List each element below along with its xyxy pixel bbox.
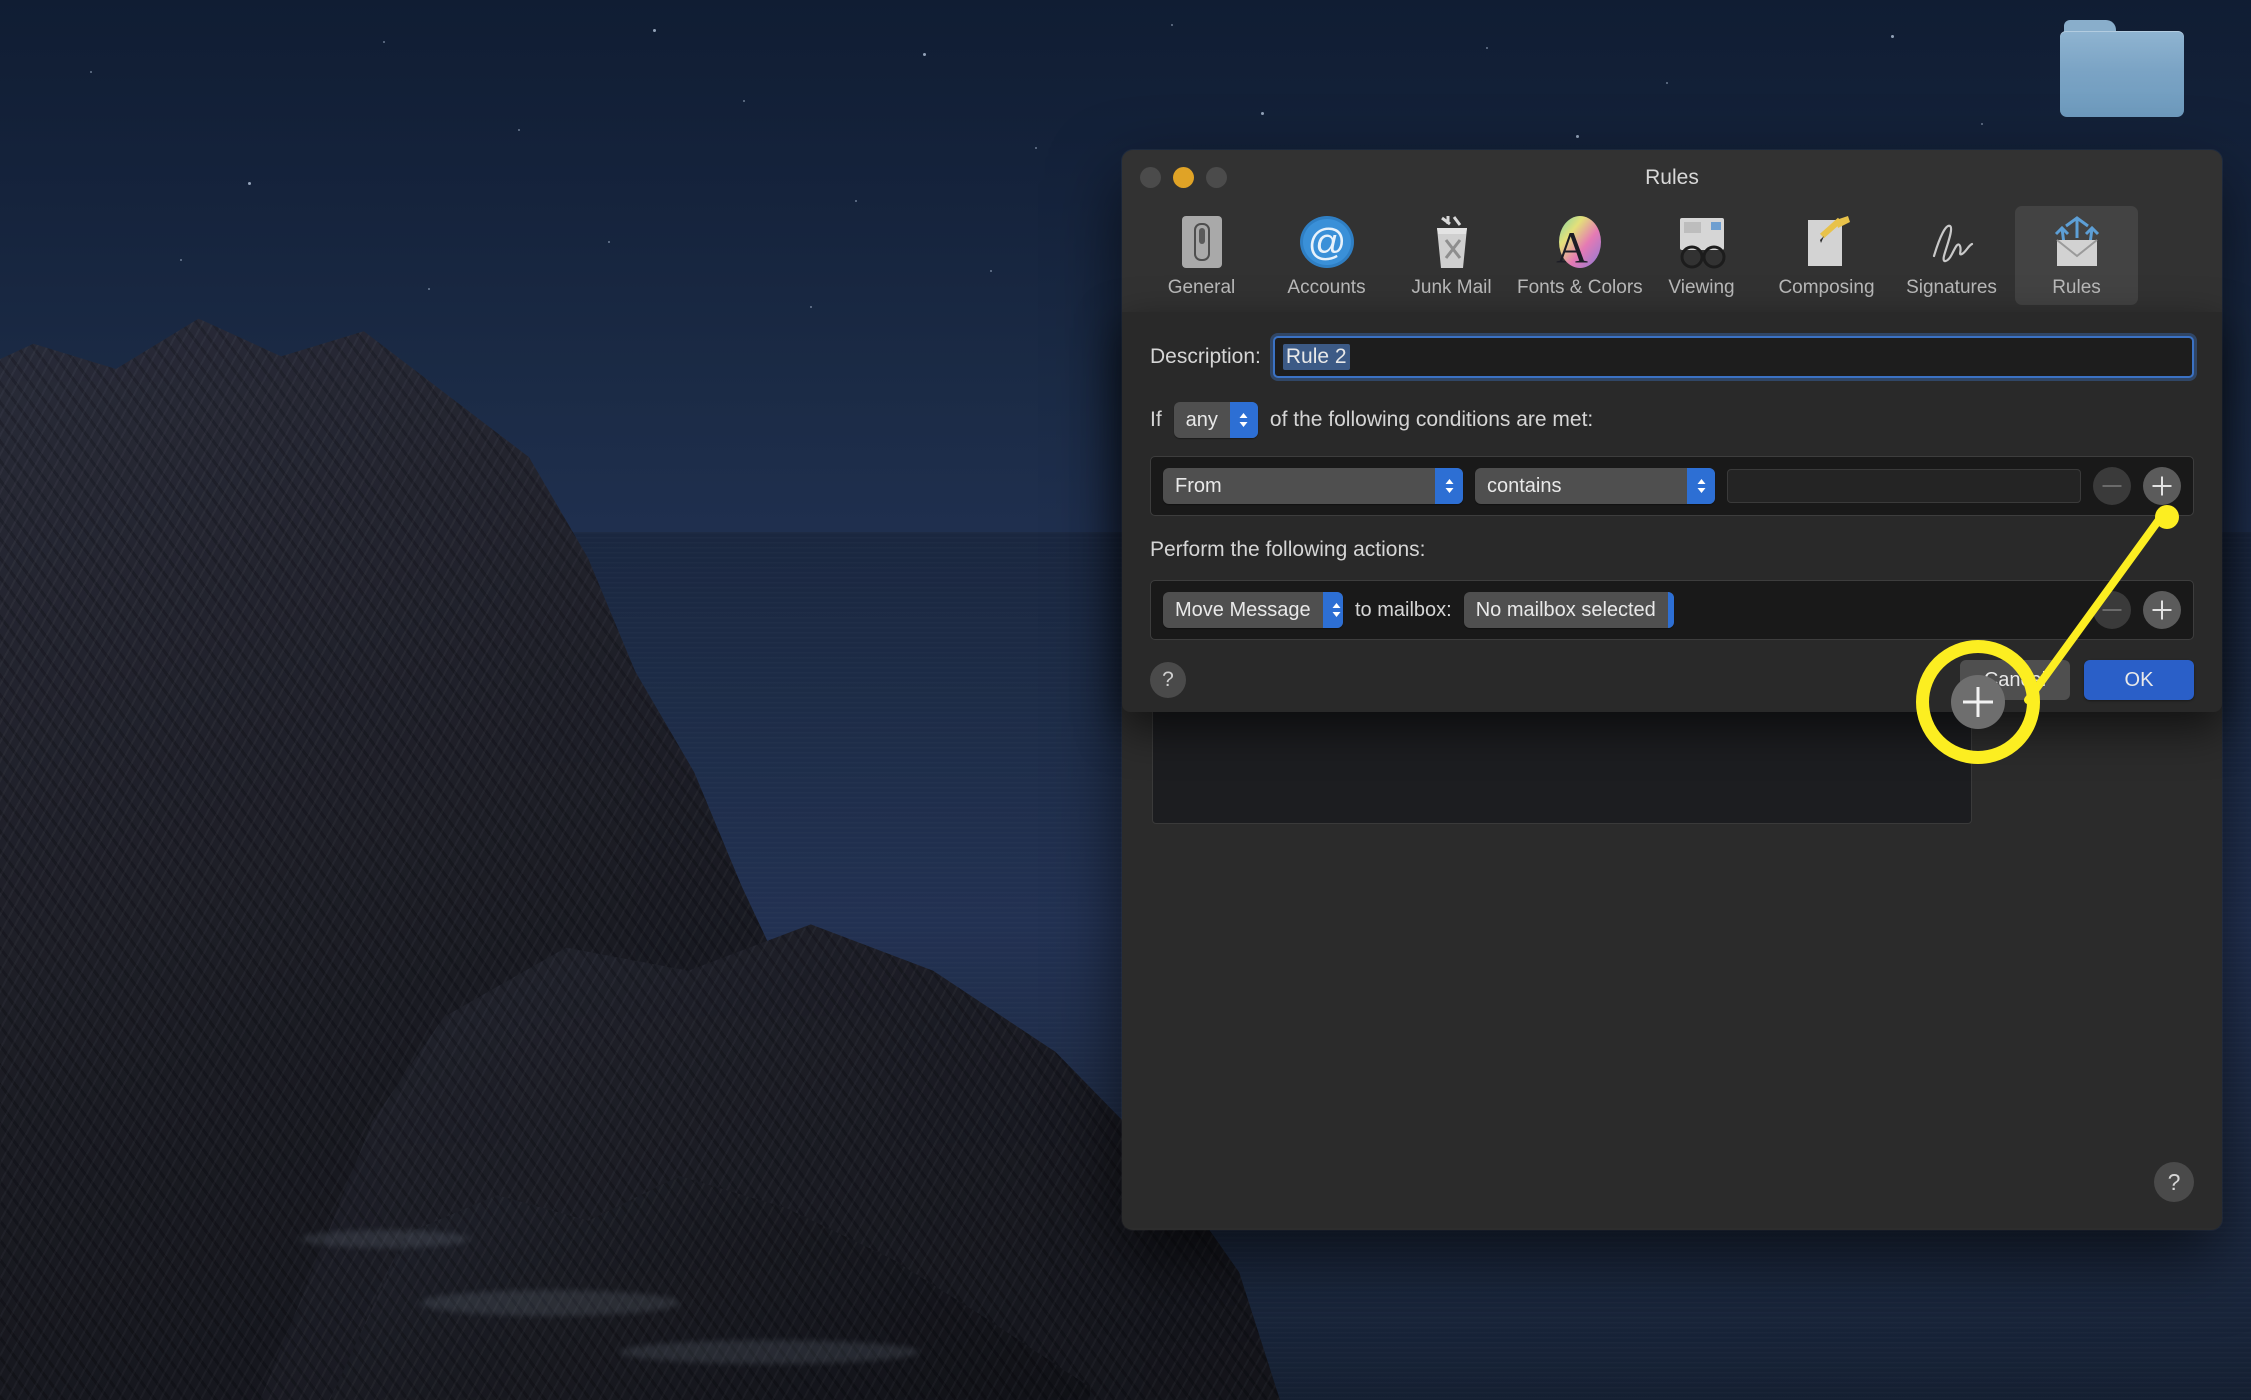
match-type-select[interactable]: any [1173, 402, 1258, 438]
preferences-help-button[interactable]: ? [2154, 1162, 2194, 1202]
toolbar-item-rules[interactable]: Rules [2015, 206, 2138, 305]
toolbar-label: Rules [2052, 277, 2101, 298]
action-type-select[interactable]: Move Message [1163, 592, 1343, 628]
shore-foam [620, 1340, 920, 1364]
toolbar-item-junk-mail[interactable]: Junk Mail [1390, 206, 1513, 305]
general-icon [1142, 212, 1261, 272]
action-row: Move Message to mailbox: No mailbox sele… [1150, 580, 2194, 640]
chevron-updown-icon [1229, 402, 1258, 438]
toolbar-label: General [1167, 277, 1236, 298]
action-rows-container: Move Message to mailbox: No mailbox sele… [1150, 580, 2194, 640]
actions-header: Perform the following actions: [1150, 538, 2194, 562]
minimize-window-button[interactable] [1173, 167, 1194, 188]
toolbar-label: Accounts [1287, 277, 1366, 298]
cancel-button[interactable]: Cancel [1960, 660, 2070, 700]
condition-text-input[interactable] [1727, 469, 2081, 503]
condition-field-select[interactable]: From [1163, 468, 1463, 504]
if-label: If [1150, 408, 1162, 431]
shore-foam [300, 1230, 470, 1248]
condition-header: If any of the following conditions are m… [1150, 402, 2194, 438]
chevron-updown-icon [1687, 468, 1715, 504]
description-label: Description: [1150, 345, 1261, 368]
rules-envelope-icon [2017, 212, 2136, 272]
toolbar-label: Composing [1778, 277, 1875, 298]
condition-operator-select[interactable]: contains [1475, 468, 1715, 504]
condition-field-value: From [1175, 474, 1222, 497]
toolbar-label: Junk Mail [1411, 277, 1492, 298]
action-type-value: Move Message [1175, 598, 1311, 621]
chevron-updown-icon [1322, 592, 1343, 628]
footer-buttons: Cancel OK [1960, 660, 2194, 700]
pencil-paper-icon [1767, 212, 1886, 272]
signature-icon [1892, 212, 2011, 272]
folder-body-shape [2060, 31, 2184, 117]
toolbar-label: Fonts & Colors [1517, 277, 1643, 298]
svg-text:A: A [1556, 223, 1588, 270]
sheet-footer: ? Cancel OK [1150, 660, 2194, 700]
toolbar-item-general[interactable]: General [1140, 206, 1263, 305]
condition-rows-container: From contains [1150, 456, 2194, 516]
sheet-help-button[interactable]: ? [1150, 662, 1186, 698]
condition-header-suffix: of the following conditions are met: [1269, 408, 1594, 431]
rule-edit-sheet: Description: Rule 2 If any of the follow… [1122, 312, 2222, 712]
trash-can-icon [1392, 212, 1511, 272]
description-value: Rule 2 [1282, 344, 1350, 370]
condition-operator-value: contains [1487, 474, 1562, 497]
zoom-window-button[interactable] [1206, 167, 1227, 188]
toolbar-item-signatures[interactable]: Signatures [1890, 206, 2013, 305]
remove-action-button[interactable] [2093, 591, 2131, 629]
condition-row: From contains [1150, 456, 2194, 516]
chevron-updown-icon [1435, 468, 1463, 504]
add-action-button[interactable] [2143, 591, 2181, 629]
font-color-icon: A [1517, 212, 1636, 272]
actions-header-label: Perform the following actions: [1150, 538, 1426, 561]
description-input[interactable]: Rule 2 [1272, 336, 2194, 378]
toolbar-item-viewing[interactable]: Viewing [1640, 206, 1763, 305]
mailbox-select[interactable]: No mailbox selected [1463, 592, 1674, 628]
toolbar-item-composing[interactable]: Composing [1765, 206, 1888, 305]
toolbar-item-accounts[interactable]: @ Accounts [1265, 206, 1388, 305]
description-row: Description: Rule 2 [1150, 336, 2194, 378]
toolbar-label: Viewing [1668, 277, 1735, 298]
chevron-updown-icon [1667, 592, 1674, 628]
preferences-toolbar: General @ Accounts Junk Mail A Fonts & C… [1122, 206, 2222, 320]
shore-foam [420, 1290, 680, 1316]
to-mailbox-label: to mailbox: [1355, 598, 1452, 621]
desktop: Rules General @ Accounts Junk Mail A Fon… [0, 0, 2251, 1400]
glasses-icon [1642, 212, 1761, 272]
match-type-value: any [1185, 408, 1218, 431]
remove-condition-button[interactable] [2093, 467, 2131, 505]
close-window-button[interactable] [1140, 167, 1161, 188]
window-titlebar: Rules [1122, 150, 2222, 206]
mailbox-value: No mailbox selected [1475, 598, 1656, 621]
at-sign-icon: @ [1267, 212, 1386, 272]
toolbar-label: Signatures [1906, 277, 1997, 298]
toolbar-item-fonts-colors[interactable]: A Fonts & Colors [1515, 206, 1643, 305]
traffic-light-group [1140, 167, 1227, 188]
ok-button[interactable]: OK [2084, 660, 2194, 700]
add-condition-button[interactable] [2143, 467, 2181, 505]
desktop-folder-icon[interactable] [2060, 20, 2184, 120]
window-title: Rules [1645, 166, 1699, 189]
svg-text:@: @ [1307, 222, 1346, 264]
